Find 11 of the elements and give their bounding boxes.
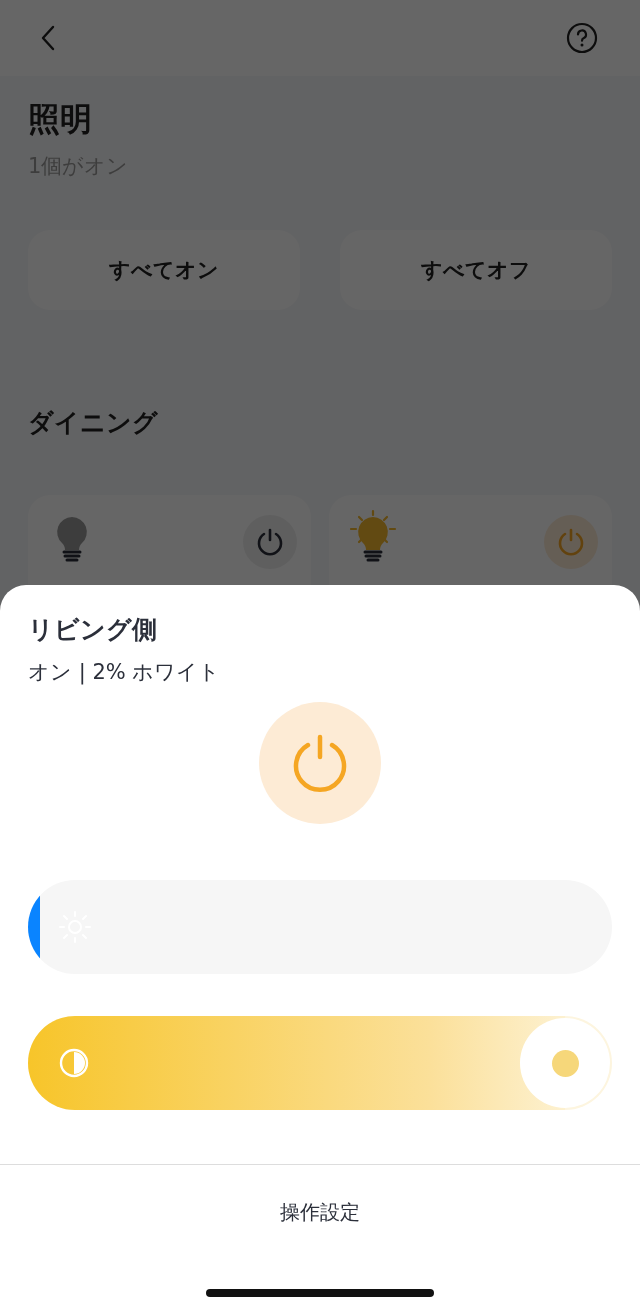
power-icon[interactable] (255, 527, 285, 557)
section-title: ダイニング (27, 407, 159, 439)
back-icon[interactable] (40, 25, 56, 51)
settings-button[interactable]: 操作設定 (272, 1195, 368, 1230)
toggle-all-button[interactable]: すべてオフ (340, 230, 612, 310)
device-status: オン | 2% ホワイト (27, 659, 222, 686)
help-icon[interactable] (566, 22, 598, 54)
device-name: リビング側 (27, 614, 158, 646)
toggle-all-button[interactable]: すべてオン (28, 230, 300, 310)
contrast-icon (58, 1047, 90, 1079)
page-title: 照明 (28, 99, 93, 140)
